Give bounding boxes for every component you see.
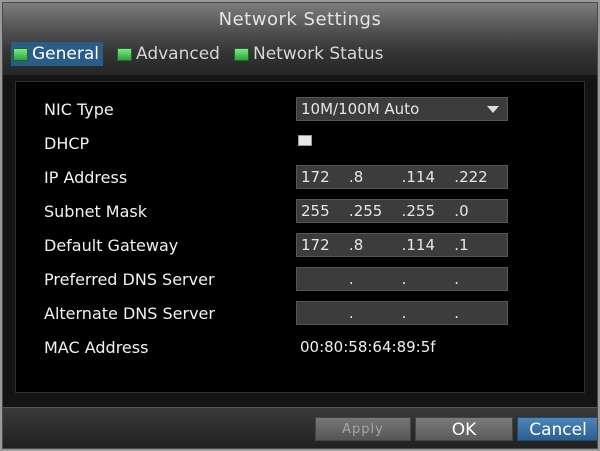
nic-type-select[interactable]: 10M/100M Auto	[296, 97, 508, 121]
ip-address-field[interactable]: 172. 8. 114. 222	[296, 165, 508, 189]
ip-octet: 1	[459, 236, 469, 254]
tab-icon	[117, 47, 132, 61]
tab-advanced[interactable]: Advanced	[117, 44, 220, 64]
nic-type-label: NIC Type	[44, 99, 114, 119]
preferred-dns-field[interactable]: . . .	[296, 267, 508, 291]
tab-icon	[13, 47, 28, 61]
alternate-dns-label: Alternate DNS Server	[44, 303, 215, 323]
tab-label: Network Status	[252, 44, 384, 64]
tab-general[interactable]: General	[11, 42, 103, 66]
window-title: Network Settings	[218, 9, 382, 30]
ok-button[interactable]: OK	[415, 417, 513, 441]
ip-octet: 114	[406, 168, 436, 186]
tab-icon	[233, 47, 249, 61]
tab-bar: General Advanced Network Status	[11, 39, 398, 69]
ip-octet: 255	[406, 202, 436, 220]
ip-octet: 8	[353, 236, 364, 254]
tab-network-status[interactable]: Network Status	[233, 44, 384, 64]
default-gateway-field[interactable]: 172. 8. 114. 1	[296, 233, 508, 257]
general-settings-panel: NIC Type 10M/100M Auto DHCP IP Address 1…	[15, 81, 585, 393]
ip-octet: 8	[353, 168, 364, 186]
alternate-dns-field[interactable]: . . .	[296, 301, 508, 325]
nic-type-value: 10M/100M Auto	[301, 100, 420, 118]
button-bar: Apply OK Cancel	[3, 407, 597, 448]
network-settings-window: Network Settings General Advanced Networ…	[2, 2, 598, 449]
dhcp-label: DHCP	[44, 133, 90, 153]
apply-button[interactable]: Apply	[315, 417, 411, 441]
tab-label: Advanced	[136, 44, 220, 64]
preferred-dns-label: Preferred DNS Server	[44, 269, 215, 289]
ip-octet: 172	[301, 168, 330, 186]
mac-address-label: MAC Address	[44, 337, 149, 357]
ip-octet: 255	[353, 202, 383, 220]
mac-address-value: 00:80:58:64:89:5f	[300, 338, 436, 356]
ip-octet: 0	[459, 202, 469, 220]
ip-octet: 114	[406, 236, 436, 254]
ip-address-label: IP Address	[44, 167, 128, 187]
ip-octet: 172	[301, 236, 330, 254]
dhcp-checkbox[interactable]	[298, 135, 312, 146]
chevron-down-icon	[487, 106, 499, 113]
ip-octet: 255	[301, 202, 330, 220]
ip-octet: 222	[459, 168, 488, 186]
subnet-mask-field[interactable]: 255. 255. 255. 0	[296, 199, 508, 223]
cancel-button[interactable]: Cancel	[517, 417, 597, 441]
subnet-mask-label: Subnet Mask	[44, 201, 148, 221]
default-gateway-label: Default Gateway	[44, 235, 179, 255]
title-bar: Network Settings General Advanced Networ…	[3, 3, 597, 75]
tab-label: General	[32, 44, 99, 64]
